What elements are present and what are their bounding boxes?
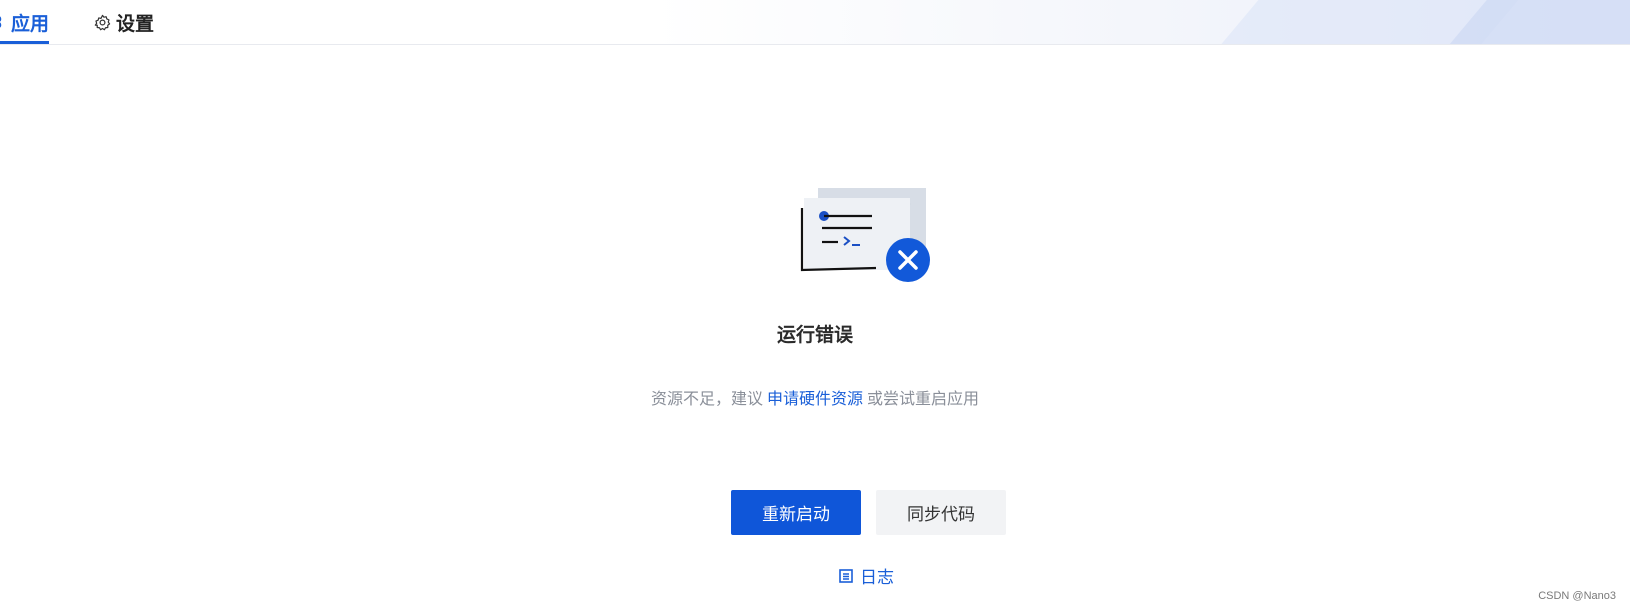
tab-apps[interactable]: 应用 — [0, 0, 50, 44]
sync-code-button[interactable]: 同步代码 — [876, 490, 1006, 535]
log-label: 日志 — [860, 568, 894, 588]
tab-settings-label: 设置 — [116, 12, 155, 35]
restart-button[interactable]: 重新启动 — [731, 490, 861, 535]
error-description: 资源不足，建议 申请硬件资源 或尝试重启应用 — [0, 385, 1630, 409]
error-title: 运行错误 — [776, 324, 853, 346]
request-hardware-link[interactable]: 申请硬件资源 — [767, 389, 863, 408]
log-link[interactable]: 日志 — [838, 563, 894, 588]
active-tab-indicator — [0, 41, 50, 44]
watermark: CSDN @Nano3 — [1538, 590, 1616, 602]
tab-apps-label: 应用 — [11, 12, 50, 35]
desc-suffix: 或尝试重启应用 — [867, 389, 980, 408]
tab-settings[interactable]: 设置 — [94, 0, 154, 44]
desc-prefix: 资源不足，建议 — [650, 389, 763, 408]
terminal-error-illustration — [800, 186, 932, 286]
apps-icon — [0, 15, 6, 29]
gear-icon — [94, 14, 111, 31]
top-nav-bar: 应用 设置 — [0, 0, 1630, 45]
log-list-icon — [838, 568, 854, 584]
